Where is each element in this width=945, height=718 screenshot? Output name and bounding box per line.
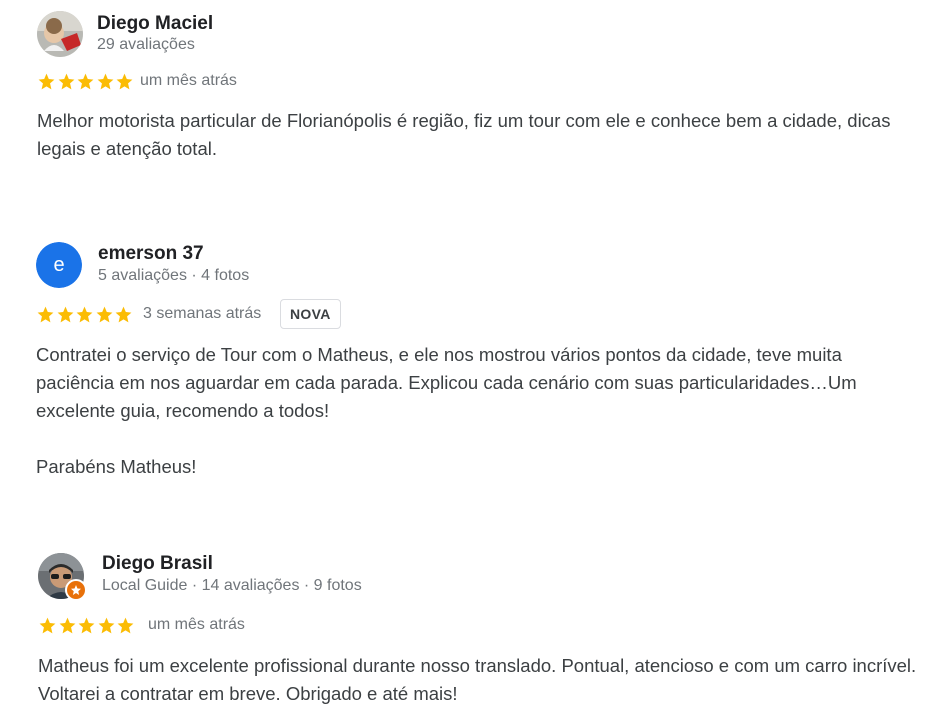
- star-icon: [76, 306, 93, 322]
- star-rating: [36, 304, 134, 324]
- reviewer-name[interactable]: Diego Brasil: [102, 553, 213, 575]
- star-rating: [38, 615, 136, 635]
- reviewer-avatar[interactable]: [37, 11, 83, 57]
- star-icon: [38, 73, 55, 89]
- star-icon: [57, 306, 73, 322]
- star-icon: [97, 73, 113, 89]
- star-icon: [77, 73, 94, 89]
- star-icon: [78, 617, 95, 633]
- review-text: Melhor motorista particular de Florianóp…: [37, 110, 891, 159]
- star-rating: [37, 71, 135, 91]
- review-date: um mês atrás: [148, 616, 245, 633]
- letter-avatar: e: [36, 242, 82, 288]
- star-icon: [116, 73, 133, 89]
- star-icon: [58, 73, 74, 89]
- reviewer-meta: 5 avaliações · 4 fotos: [98, 267, 250, 284]
- reviewer-name[interactable]: emerson 37: [98, 243, 204, 265]
- review-date: 3 semanas atrás: [143, 305, 262, 322]
- star-icon: [37, 306, 54, 322]
- reviewer-avatar[interactable]: e: [36, 242, 82, 288]
- star-icon: [115, 306, 132, 322]
- review-card: Diego Maciel 29 avaliações um mês atrás …: [0, 0, 945, 200]
- reviewer-meta: Local Guide · 14 avaliações · 9 fotos: [102, 577, 362, 594]
- review-date: um mês atrás: [140, 72, 237, 89]
- new-badge: NOVA: [280, 299, 341, 329]
- star-icon: [39, 617, 56, 633]
- review-text-closing: Parabéns Matheus!: [36, 456, 197, 477]
- local-guide-star-icon: [65, 579, 87, 601]
- star-icon: [59, 617, 75, 633]
- reviewer-meta: 29 avaliações: [97, 36, 195, 53]
- avatar-letter: e: [53, 253, 65, 276]
- star-icon: [98, 617, 114, 633]
- reviewer-name[interactable]: Diego Maciel: [97, 13, 213, 35]
- star-icon: [96, 306, 112, 322]
- star-icon: [117, 617, 134, 633]
- review-text: Contratei o serviço de Tour com o Matheu…: [36, 344, 857, 421]
- review-text: Matheus foi um excelente profissional du…: [38, 655, 917, 704]
